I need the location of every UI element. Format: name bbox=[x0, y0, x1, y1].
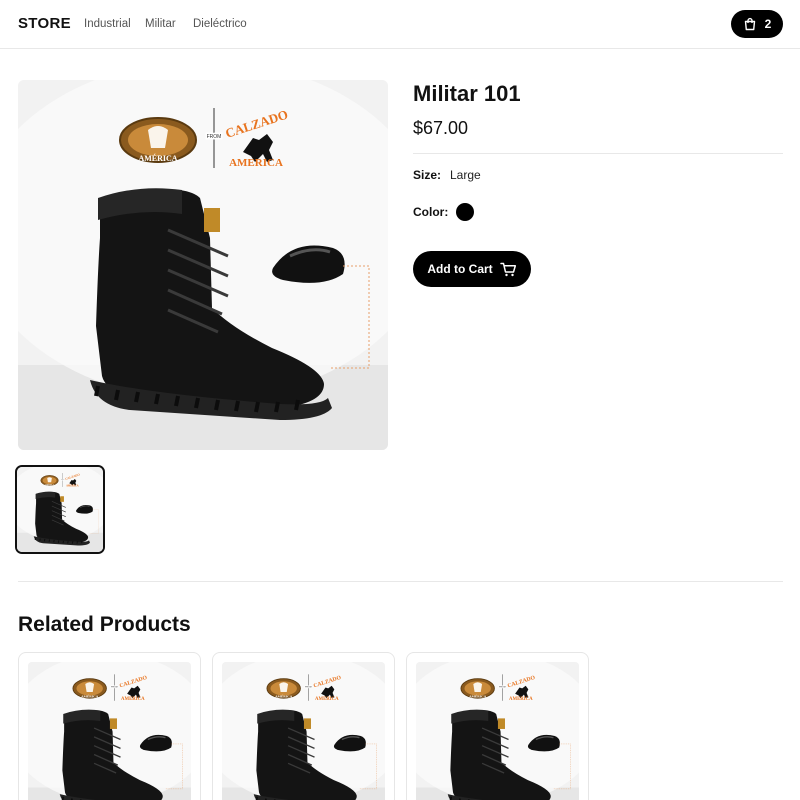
related-product-card[interactable] bbox=[406, 652, 589, 800]
product-thumbnail[interactable] bbox=[15, 465, 105, 554]
add-to-cart-label: Add to Cart bbox=[427, 262, 493, 276]
section-divider bbox=[18, 581, 783, 582]
related-products-heading: Related Products bbox=[18, 613, 191, 636]
product-title: Militar 101 bbox=[413, 81, 521, 106]
related-product-card[interactable] bbox=[18, 652, 201, 800]
size-value[interactable]: Large bbox=[450, 168, 481, 182]
shopping-cart-icon bbox=[499, 262, 517, 277]
product-price: $67.00 bbox=[413, 118, 469, 138]
color-swatch-black[interactable] bbox=[456, 203, 474, 221]
nav-link-industrial[interactable]: Industrial bbox=[84, 18, 131, 30]
related-product-image bbox=[222, 662, 385, 800]
color-label: Color: bbox=[413, 205, 449, 219]
cart-button[interactable]: 2 bbox=[731, 10, 783, 38]
add-to-cart-button[interactable]: Add to Cart bbox=[413, 251, 531, 287]
shopping-bag-icon bbox=[743, 17, 757, 31]
cart-count: 2 bbox=[764, 17, 772, 31]
related-product-card[interactable] bbox=[212, 652, 395, 800]
nav-link-dielectrico[interactable]: Dieléctrico bbox=[193, 18, 247, 30]
product-main-image bbox=[18, 80, 388, 450]
related-product-image bbox=[416, 662, 579, 800]
related-product-image bbox=[28, 662, 191, 800]
site-header: STORE Industrial Militar Dieléctrico 2 bbox=[0, 0, 800, 49]
nav-link-militar[interactable]: Militar bbox=[145, 18, 176, 30]
store-logo[interactable]: STORE bbox=[18, 15, 71, 32]
size-label: Size: bbox=[413, 168, 442, 182]
info-divider bbox=[413, 153, 783, 154]
